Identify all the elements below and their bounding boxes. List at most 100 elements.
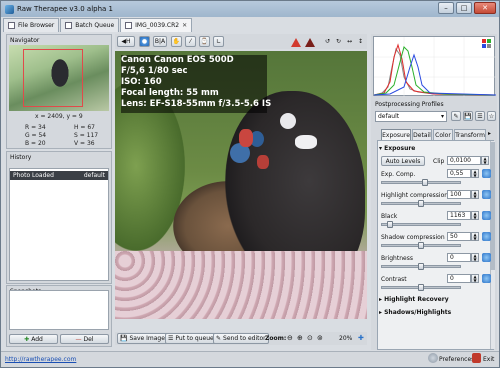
status-bar: http://rawtherapee.com Preferences Exit	[1, 351, 499, 367]
control-label: Brightness	[381, 255, 413, 262]
slider-handle[interactable]	[418, 284, 424, 291]
control-spin-arrows[interactable]: ▲ ▼	[471, 232, 479, 241]
tab-batch-queue[interactable]: Batch Queue	[60, 18, 120, 32]
zoom-value: 20%	[339, 335, 353, 342]
navigator-viewport-box[interactable]	[23, 49, 83, 107]
control-spin-arrows[interactable]: ▲ ▼	[471, 274, 479, 283]
close-tab-icon[interactable]: ✕	[182, 22, 187, 29]
before-after-button[interactable]: B|A	[153, 36, 167, 47]
control-value-input[interactable]: 50	[447, 232, 471, 241]
history-item[interactable]: Photo Loaded default	[10, 171, 108, 180]
photo-wing-spot	[257, 155, 269, 169]
close-button[interactable]: ✕	[474, 2, 496, 14]
slider-handle[interactable]	[418, 242, 424, 249]
image-viewer[interactable]: Canon Canon EOS 500D F/5,6 1/80 sec ISO:…	[115, 51, 367, 319]
app-window: Raw Therapee v3.0 alpha 1 – □ ✕ File Bro…	[0, 0, 500, 368]
before-after-icon[interactable]: ●	[139, 36, 150, 47]
control-spin-arrows[interactable]: ▲ ▼	[471, 253, 479, 262]
minimize-button[interactable]: –	[438, 2, 454, 14]
rotate-right-icon[interactable]: ↻	[334, 36, 343, 47]
auto-levels-button[interactable]: Auto Levels	[381, 156, 425, 166]
zoom-100-icon[interactable]: ⊚	[317, 334, 323, 342]
highlight-recovery-header[interactable]: ▸ Highlight Recovery	[379, 296, 449, 303]
save-image-button[interactable]: 💾 Save Image	[117, 333, 168, 344]
tab-exposure[interactable]: Exposure	[381, 129, 411, 140]
shadow-clipping-warning-icon[interactable]	[305, 38, 315, 47]
zoom-out-icon[interactable]: ⊖	[287, 334, 293, 342]
tab-detail[interactable]: Detail	[412, 129, 432, 140]
clip-label: Clip	[433, 158, 445, 165]
tab-color[interactable]: Color	[433, 129, 453, 140]
flip-horizontal-icon[interactable]: ↔	[345, 36, 354, 47]
v-value: V = 36	[74, 140, 95, 147]
control-spin-arrows[interactable]: ▲ ▼	[471, 211, 479, 220]
slider-track[interactable]	[381, 181, 461, 184]
profile-select[interactable]: default ▾	[375, 111, 447, 122]
zoom-fit-icon[interactable]: ⊙	[307, 334, 313, 342]
zoom-in-icon[interactable]: ⊕	[297, 334, 303, 342]
r-value: R = 34	[25, 124, 46, 131]
editor-icon: ✎	[216, 335, 222, 342]
reset-icon[interactable]	[482, 232, 491, 241]
slider-handle[interactable]	[418, 263, 424, 270]
tab-image-editor[interactable]: IMG_0039.CR2 ✕	[120, 18, 193, 32]
tab-transform[interactable]: Transform	[454, 129, 486, 140]
tab-file-browser[interactable]: File Browser	[3, 18, 60, 32]
clip-input[interactable]: 0,0100	[447, 156, 481, 165]
exit-icon[interactable]	[472, 353, 481, 363]
shadows-highlights-header[interactable]: ▸ Shadows/Highlights	[379, 309, 451, 316]
control-value-input[interactable]: 0	[447, 274, 471, 283]
clip-spin-arrows[interactable]: ▲ ▼	[481, 156, 489, 165]
slider-handle[interactable]	[418, 200, 424, 207]
crop-icon[interactable]: ⌚	[199, 36, 210, 47]
send-to-editor-button[interactable]: ✎ Send to editor	[213, 333, 269, 344]
control-spin-arrows[interactable]: ▲ ▼	[471, 190, 479, 199]
scroll-tabs-icon[interactable]: ▸	[488, 130, 491, 137]
slider-handle[interactable]	[387, 221, 393, 228]
add-snapshot-button[interactable]: ✚ Add	[9, 334, 58, 344]
color-picker-icon[interactable]: ⁄	[185, 36, 196, 47]
control-spin-arrows[interactable]: ▲ ▼	[471, 169, 479, 178]
rotate-left-icon[interactable]: ↺	[323, 36, 332, 47]
copy-profile-icon[interactable]: ✎	[451, 111, 461, 121]
slider-handle[interactable]	[422, 179, 428, 186]
slider-track[interactable]	[381, 223, 461, 226]
control-value-input[interactable]: 0,55	[447, 169, 471, 178]
highlight-clipping-warning-icon[interactable]	[291, 38, 301, 47]
put-to-queue-button[interactable]: ☰ Put to queue	[165, 333, 217, 344]
snapshots-list	[9, 290, 109, 330]
paste-profile-icon[interactable]: ☰	[475, 111, 485, 121]
control-value-input[interactable]: 1163	[447, 211, 471, 220]
reset-icon[interactable]	[482, 190, 491, 199]
exif-camera: Canon Canon EOS 500D	[121, 55, 234, 65]
control-label: Shadow compression	[381, 234, 445, 241]
control-value-input[interactable]: 100	[447, 190, 471, 199]
flip-vertical-icon[interactable]: ↕	[356, 36, 365, 47]
history-title: History	[10, 154, 32, 161]
load-profile-icon[interactable]: ☆	[487, 111, 496, 121]
photo-wing-spot	[239, 129, 253, 147]
exposure-section-header[interactable]: ▾ Exposure	[379, 145, 415, 152]
website-link[interactable]: http://rawtherapee.com	[5, 356, 76, 363]
main-tabs: File Browser Batch Queue IMG_0039.CR2 ✕	[3, 18, 193, 32]
profiles-title: Postprocessing Profiles	[375, 101, 444, 108]
hand-tool-icon[interactable]: ✋	[171, 36, 182, 47]
preferences-label[interactable]: Preferences	[439, 356, 474, 363]
hide-left-panel-button[interactable]: ◀H	[117, 36, 135, 47]
control-value-input[interactable]: 0	[447, 253, 471, 262]
save-profile-icon[interactable]: 💾	[463, 111, 473, 121]
reset-icon[interactable]	[482, 274, 491, 283]
reset-icon[interactable]	[482, 169, 491, 178]
reset-icon[interactable]	[482, 253, 491, 262]
reset-icon[interactable]	[482, 211, 491, 220]
detail-window-icon[interactable]: ✚	[358, 334, 364, 342]
scrollbar-thumb[interactable]	[490, 142, 495, 270]
delete-snapshot-button[interactable]: — Del	[60, 334, 109, 344]
editor-bottom-bar: 💾 Save Image ☰ Put to queue ✎ Send to ed…	[115, 332, 367, 345]
maximize-button[interactable]: □	[456, 2, 472, 14]
queue-icon	[65, 22, 73, 29]
preferences-icon[interactable]	[428, 353, 438, 363]
exit-label[interactable]: Exit	[483, 356, 494, 363]
straighten-icon[interactable]: ∟	[213, 36, 224, 47]
zoom-label: Zoom:	[265, 335, 287, 342]
